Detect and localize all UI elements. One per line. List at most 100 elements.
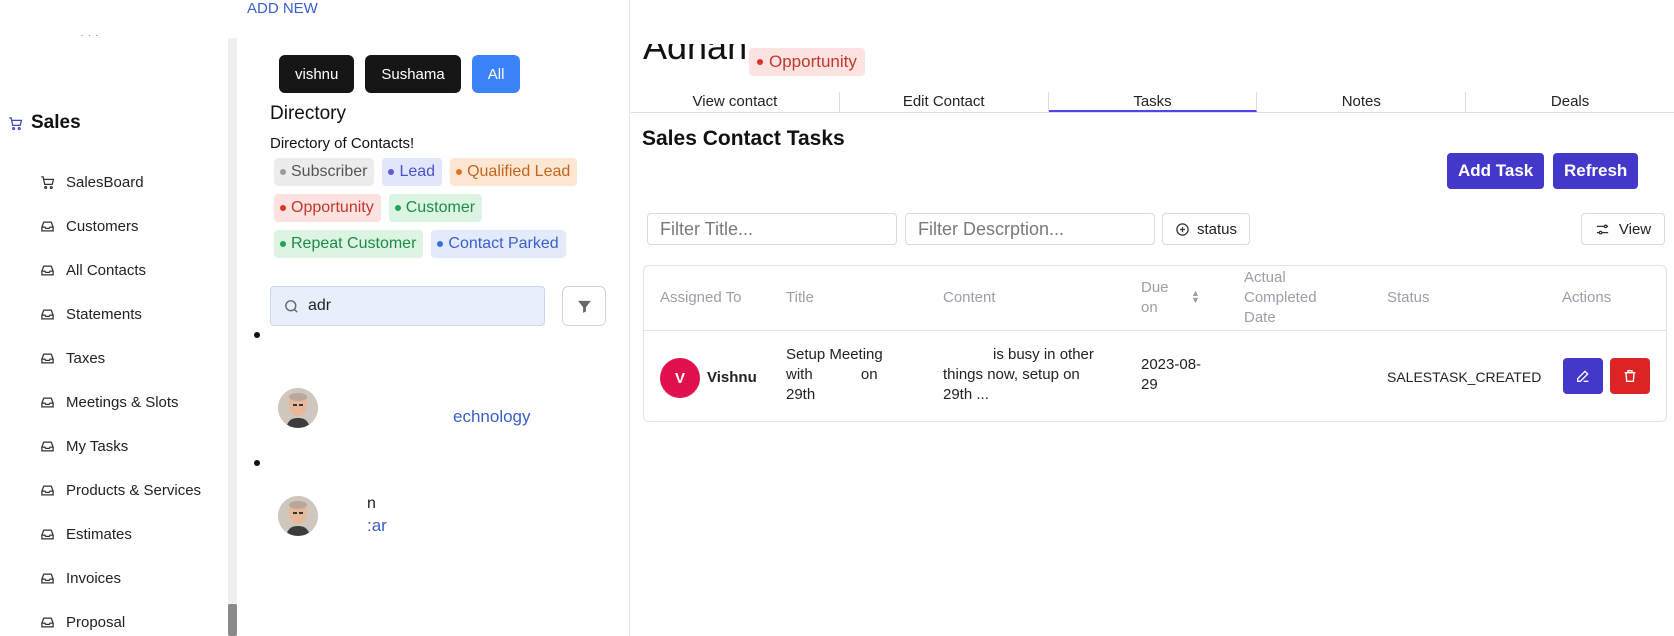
sidebar-item-my-tasks[interactable]: My Tasks xyxy=(40,424,201,468)
filter-title-input[interactable] xyxy=(647,213,897,245)
sidebar-item-taxes[interactable]: Taxes xyxy=(40,336,201,380)
contact-status-badge: Opportunity xyxy=(749,48,865,76)
inbox-icon xyxy=(41,485,54,495)
owner-button-all[interactable]: All xyxy=(471,55,521,93)
sidebar-nav: SalesBoard Customers All Contacts Statem… xyxy=(40,160,201,636)
inbox-icon xyxy=(41,309,54,319)
sidebar-item-customers[interactable]: Customers xyxy=(40,204,201,248)
task-content-line: things now, setup on xyxy=(943,366,1080,383)
stage-tag[interactable]: Qualified Lead xyxy=(450,158,578,186)
search-input[interactable] xyxy=(308,297,508,315)
contact-avatar[interactable] xyxy=(278,388,318,428)
tag-label: Subscriber xyxy=(291,163,368,180)
tab-notes[interactable]: Notes xyxy=(1257,92,1467,112)
sidebar-section-label: Sales xyxy=(31,112,81,133)
sidebar-item-label: Estimates xyxy=(66,525,132,543)
column-header-status[interactable]: Status xyxy=(1387,266,1430,330)
owner-button-sushama[interactable]: Sushama xyxy=(365,55,461,93)
owner-button-vishnu[interactable]: vishnu xyxy=(279,55,355,93)
inbox-icon xyxy=(41,397,54,407)
list-bullet xyxy=(254,460,260,466)
sidebar-item-products[interactable]: Products & Services xyxy=(40,468,201,512)
column-header-title[interactable]: Title xyxy=(786,266,814,330)
column-header-content[interactable]: Content xyxy=(943,266,996,330)
sidebar-item-all-contacts[interactable]: All Contacts xyxy=(40,248,201,292)
sidebar-item-proposal[interactable]: Proposal xyxy=(40,600,201,636)
view-label: View xyxy=(1618,220,1652,238)
assignee-avatar: V xyxy=(660,358,700,398)
assignee-name: Vishnu xyxy=(707,369,757,386)
refresh-button[interactable]: Refresh xyxy=(1553,153,1639,189)
tag-dot xyxy=(280,169,286,175)
sidebar-item-statements[interactable]: Statements xyxy=(40,292,201,336)
sidebar-item-label: Taxes xyxy=(66,349,106,367)
inbox-icon xyxy=(41,441,54,451)
tag-dot xyxy=(394,205,401,211)
owner-filter-group: vishnu Sushama All xyxy=(279,55,521,93)
stage-tag[interactable]: Subscriber xyxy=(274,158,375,186)
tag-dot xyxy=(280,241,286,247)
tag-dot xyxy=(437,241,444,247)
sidebar-scrollbar-thumb[interactable] xyxy=(228,604,237,636)
sort-icon[interactable]: ▲ ▼ xyxy=(1191,289,1200,305)
inbox-icon xyxy=(41,265,54,275)
column-header-due-label: Due on xyxy=(1141,279,1169,316)
sidebar-item-estimates[interactable]: Estimates xyxy=(40,512,201,556)
stage-tag[interactable]: Customer xyxy=(388,194,483,222)
cart-icon xyxy=(41,175,55,189)
filter-button[interactable] xyxy=(562,286,606,326)
edit-task-button[interactable] xyxy=(1563,358,1603,394)
sidebar-item-invoices[interactable]: Invoices xyxy=(40,556,201,600)
tab-deals[interactable]: Deals xyxy=(1466,92,1674,112)
sidebar-item-salesboard[interactable]: SalesBoard xyxy=(40,160,201,204)
column-header-due[interactable]: Due on xyxy=(1141,266,1181,330)
directory-subtitle: Directory of Contacts! xyxy=(270,135,415,152)
stage-tag[interactable]: Repeat Customer xyxy=(274,230,424,258)
tag-dot xyxy=(388,169,395,175)
person-photo-icon xyxy=(278,496,318,536)
contact-avatar[interactable] xyxy=(278,496,318,536)
tag-label: Repeat Customer xyxy=(291,235,417,252)
tasks-table: Assigned To Title Content Due on ▲ ▼ Actu… xyxy=(643,265,1667,422)
directory-panel: ADD NEW vishnu Sushama All Directory Dir… xyxy=(238,0,630,636)
sidebar-item-meetings[interactable]: Meetings & Slots xyxy=(40,380,201,424)
view-options-button[interactable]: View xyxy=(1581,213,1665,245)
sidebar-section-sales[interactable]: Sales xyxy=(8,112,81,134)
tab-tasks[interactable]: Tasks xyxy=(1048,92,1258,112)
search-icon xyxy=(285,299,298,313)
contact-search xyxy=(270,286,545,326)
column-header-assigned[interactable]: Assigned To xyxy=(660,266,741,330)
filter-description-input[interactable] xyxy=(905,213,1155,245)
add-task-button[interactable]: Add Task xyxy=(1447,153,1545,189)
status-filter-button[interactable]: status xyxy=(1162,213,1251,245)
task-content-text: is busy in other xyxy=(993,346,1094,363)
sidebar-item-label: Proposal xyxy=(66,613,126,631)
add-new-link[interactable]: ADD NEW xyxy=(247,0,318,17)
sidebar-scrollbar-track[interactable] xyxy=(228,38,237,636)
sidebar-item-label: All Contacts xyxy=(66,261,147,279)
funnel-icon xyxy=(577,300,591,313)
tab-edit-contact[interactable]: Edit Contact xyxy=(840,92,1049,112)
inbox-icon xyxy=(41,221,54,231)
sidebar-item-label: Meetings & Slots xyxy=(66,393,179,411)
directory-title: Directory xyxy=(270,103,347,124)
tag-label: Opportunity xyxy=(291,199,374,216)
delete-task-button[interactable] xyxy=(1610,358,1650,394)
stage-tag[interactable]: Opportunity xyxy=(274,194,381,222)
stage-tag[interactable]: Contact Parked xyxy=(431,230,566,258)
column-header-actions[interactable]: Actions xyxy=(1562,266,1611,330)
inbox-icon xyxy=(41,617,54,627)
trash-icon xyxy=(1624,370,1636,382)
column-header-actual-completed[interactable]: Actual Completed Date xyxy=(1244,266,1344,330)
person-photo-icon xyxy=(278,388,318,428)
sidebar-item-label: Products & Services xyxy=(66,481,202,499)
tab-view-contact[interactable]: View contact xyxy=(631,92,840,112)
task-content: is busy in other things now, setup on 29… xyxy=(943,345,1108,405)
contact-company[interactable]: echnology xyxy=(453,407,531,427)
contact-name[interactable]: n xyxy=(367,495,376,513)
contact-company[interactable]: :ar xyxy=(367,516,387,536)
task-title[interactable]: Setup Meeting with on 29th xyxy=(786,345,906,405)
sidebar-item-label: SalesBoard xyxy=(66,173,144,191)
cut-off-item: · · · xyxy=(80,28,99,36)
stage-tag[interactable]: Lead xyxy=(382,158,443,186)
